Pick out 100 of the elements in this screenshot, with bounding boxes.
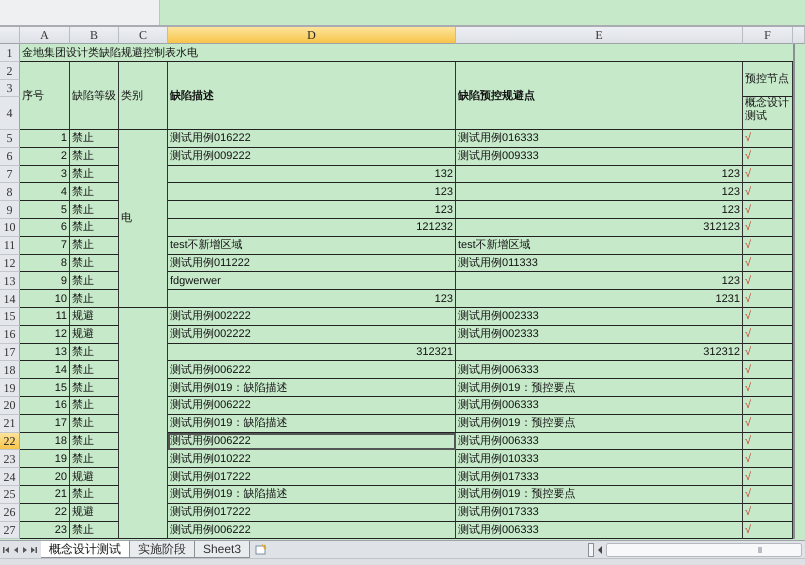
table-cell: 禁止 [70, 201, 119, 219]
table-cell: 禁止 [70, 254, 119, 272]
table-cell: 测试用例016222 [168, 130, 456, 148]
row-header[interactable]: 16 [0, 326, 20, 344]
table-cell: 6 [20, 218, 70, 237]
column-title: 序号 [20, 62, 70, 130]
first-sheet-icon[interactable] [3, 546, 10, 554]
table-cell: test不新增区域 [456, 236, 743, 255]
check-mark: √ [743, 218, 793, 237]
table-cell: 123 [456, 166, 743, 184]
check-mark: √ [743, 450, 793, 468]
split-handle-icon[interactable] [588, 542, 594, 556]
new-sheet-icon[interactable] [255, 544, 268, 555]
table-cell: 测试用例006333 [456, 522, 743, 540]
column-header[interactable]: B [70, 27, 119, 44]
table-cell: 4 [20, 183, 70, 202]
table-cell: 132 [168, 166, 456, 184]
last-sheet-icon[interactable] [30, 546, 37, 554]
table-cell: 19 [20, 450, 70, 468]
table-cell: 10 [20, 290, 70, 308]
row-header[interactable]: 2 [0, 62, 20, 80]
table-cell: 123 [168, 201, 456, 219]
column-header[interactable]: E [456, 27, 743, 44]
row-header[interactable]: 25 [0, 486, 20, 504]
row-header[interactable]: 15 [0, 308, 20, 326]
row-header[interactable]: 23 [0, 450, 20, 468]
row-header[interactable]: 24 [0, 468, 20, 486]
row-header[interactable]: 22 [0, 432, 20, 450]
table-cell: 禁止 [70, 450, 119, 468]
table-cell: 测试用例016333 [456, 130, 743, 148]
row-header[interactable]: 18 [0, 361, 20, 380]
column-title: 缺陷预控规避点 [456, 62, 743, 130]
table-cell: 测试用例019：预控要点 [456, 414, 743, 433]
table-cell: 8 [20, 254, 70, 272]
sheet-tab[interactable]: 实施阶段 [130, 541, 195, 558]
column-header[interactable] [793, 27, 805, 44]
column-header[interactable]: F [743, 27, 793, 44]
row-header[interactable]: 13 [0, 272, 20, 290]
table-cell: 测试用例017333 [456, 468, 743, 486]
column-header[interactable]: A [20, 27, 70, 44]
check-mark: √ [743, 361, 793, 380]
table-cell: 禁止 [70, 290, 119, 308]
table-cell: 测试用例006333 [456, 432, 743, 450]
row-header[interactable]: 4 [0, 97, 20, 130]
row-header[interactable]: 19 [0, 379, 20, 397]
row-header[interactable]: 1 [0, 44, 20, 62]
previous-sheet-icon[interactable] [12, 546, 19, 554]
table-cell: 1231 [456, 290, 743, 308]
table-cell: 23 [20, 522, 70, 540]
table-cell: 测试用例006222 [168, 396, 456, 415]
row-header[interactable]: 6 [0, 148, 20, 166]
row-header[interactable]: 8 [0, 183, 20, 202]
row-header[interactable]: 5 [0, 130, 20, 148]
row-header[interactable]: 26 [0, 504, 20, 522]
table-cell: 测试用例002222 [168, 308, 456, 326]
row-header[interactable]: 27 [0, 522, 20, 540]
sheet-tab[interactable]: 概念设计测试 [41, 541, 130, 558]
table-cell: 禁止 [70, 522, 119, 540]
table-cell: 测试用例019：缺陷描述 [168, 486, 456, 504]
row-header[interactable]: 7 [0, 166, 20, 184]
row-header[interactable]: 10 [0, 218, 20, 237]
table-cell: 电 [119, 130, 168, 308]
row-header[interactable]: 11 [0, 236, 20, 255]
table-cell: 17 [20, 414, 70, 433]
table-cell: 1 [20, 130, 70, 148]
table-cell: 5 [20, 201, 70, 219]
table-cell: 312312 [456, 344, 743, 362]
row-header[interactable]: 17 [0, 344, 20, 362]
scroll-left-icon[interactable] [597, 546, 603, 554]
table-cell: 123 [456, 272, 743, 290]
table-cell: 测试用例006222 [168, 361, 456, 380]
table-cell: 禁止 [70, 218, 119, 237]
sheet-tab[interactable]: Sheet3 [195, 541, 250, 558]
check-mark: √ [743, 522, 793, 540]
table-cell: 规避 [70, 504, 119, 522]
table-cell: 测试用例009333 [456, 148, 743, 166]
row-header[interactable]: 3 [0, 80, 20, 97]
row-header[interactable]: 9 [0, 201, 20, 219]
table-cell: 禁止 [70, 379, 119, 397]
table-cell: 测试用例006333 [456, 361, 743, 380]
row-header[interactable]: 20 [0, 396, 20, 415]
table-cell: 312123 [456, 218, 743, 237]
check-mark: √ [743, 379, 793, 397]
table-cell: 测试用例019：缺陷描述 [168, 414, 456, 433]
table-cell: 测试用例002333 [456, 308, 743, 326]
table-cell: 7 [20, 236, 70, 255]
row-header[interactable]: 14 [0, 290, 20, 308]
next-sheet-icon[interactable] [21, 546, 28, 554]
table-cell: 测试用例017222 [168, 468, 456, 486]
table-cell: 11 [20, 308, 70, 326]
table-cell: 禁止 [70, 166, 119, 184]
select-all-button[interactable] [0, 27, 20, 44]
table-cell: 测试用例010333 [456, 450, 743, 468]
row-header[interactable]: 21 [0, 414, 20, 433]
column-header[interactable]: D [168, 27, 456, 44]
horizontal-scrollbar[interactable] [606, 542, 802, 556]
column-header[interactable]: C [119, 27, 168, 44]
row-header[interactable]: 12 [0, 254, 20, 272]
table-cell: 123 [168, 290, 456, 308]
table-cell: 测试用例006333 [456, 396, 743, 415]
